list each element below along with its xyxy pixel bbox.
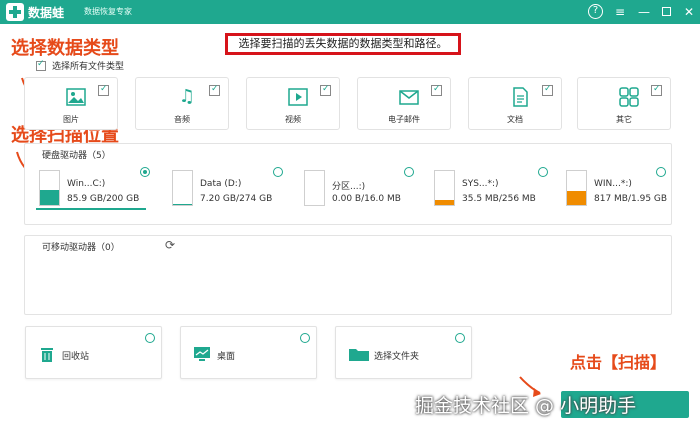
selected-underline <box>36 208 146 210</box>
select-all-types-checkbox[interactable]: 选择所有文件类型 <box>36 59 124 72</box>
other-checkbox[interactable] <box>651 84 662 96</box>
video-checkbox[interactable] <box>320 84 331 96</box>
annotation-select-type: 选择数据类型 <box>11 38 119 59</box>
music-icon: ♫ <box>178 86 196 107</box>
drive-usage-fill <box>435 200 454 205</box>
drive-radio[interactable] <box>273 167 283 177</box>
image-checkbox[interactable] <box>98 84 109 96</box>
menu-icon[interactable]: ≡ <box>611 3 629 21</box>
drive-size: 817 MB/1.95 GB <box>594 194 668 204</box>
location-radio[interactable] <box>455 333 465 343</box>
drive-icon <box>304 170 325 206</box>
drive-c[interactable]: Win...C:) 85.9 GB/200 GB <box>36 164 153 210</box>
file-type-label: 文档 <box>507 115 523 124</box>
location-label: 选择文件夹 <box>374 352 420 362</box>
folder-icon <box>348 346 370 362</box>
drive-partition[interactable]: 分区...:) 0.00 B/16.0 MB <box>304 164 418 210</box>
file-type-email[interactable]: 电子邮件 <box>357 77 451 130</box>
drive-icon <box>566 170 587 206</box>
drive-name: 分区...:) <box>332 182 366 192</box>
close-button[interactable]: ✕ <box>680 3 698 21</box>
file-type-label: 音频 <box>174 115 190 124</box>
watermark-text: 掘金技术社区 @ 小明助手 <box>415 395 637 417</box>
email-icon <box>398 86 420 108</box>
file-type-video[interactable]: 视频 <box>246 77 340 130</box>
app-logo-icon <box>6 3 24 21</box>
drive-win[interactable]: WIN...*:) 817 MB/1.95 GB <box>566 164 680 210</box>
trash-icon <box>38 346 56 362</box>
drive-radio[interactable] <box>538 167 548 177</box>
drive-d[interactable]: Data (D:) 7.20 GB/274 GB <box>172 164 286 210</box>
removable-drive-panel <box>24 235 672 315</box>
desktop-icon <box>193 346 211 362</box>
drive-icon <box>434 170 455 206</box>
document-checkbox[interactable] <box>542 84 553 96</box>
location-radio[interactable] <box>300 333 310 343</box>
location-label: 回收站 <box>62 352 90 362</box>
location-radio[interactable] <box>145 333 155 343</box>
image-icon <box>65 86 87 108</box>
app-subtitle: 数据恢复专家 <box>84 7 132 16</box>
file-type-document[interactable]: 文档 <box>468 77 562 130</box>
audio-checkbox[interactable] <box>209 84 220 96</box>
drive-icon <box>172 170 193 206</box>
file-type-label: 其它 <box>616 115 632 124</box>
drive-icon <box>39 170 60 206</box>
maximize-button[interactable] <box>657 3 675 21</box>
drive-size: 7.20 GB/274 GB <box>200 194 273 204</box>
app-name: 数据蛙 <box>28 6 65 20</box>
drive-radio[interactable] <box>656 167 666 177</box>
file-type-label: 图片 <box>63 115 79 124</box>
drive-size: 85.9 GB/200 GB <box>67 194 140 204</box>
minimize-button[interactable]: — <box>635 3 653 21</box>
checkbox-icon <box>36 59 46 71</box>
document-icon <box>509 86 531 108</box>
file-type-label: 视频 <box>285 115 301 124</box>
annotation-click-scan: 点击【扫描】 <box>570 353 667 372</box>
drive-radio[interactable] <box>140 167 150 177</box>
title-bar: 数据蛙 数据恢复专家 ? ≡ — ✕ <box>0 0 700 24</box>
help-icon[interactable]: ? <box>588 4 603 19</box>
file-type-label: 电子邮件 <box>388 115 420 124</box>
drive-usage-fill <box>40 190 59 205</box>
drive-name: WIN...*:) <box>594 179 632 189</box>
other-icon <box>618 86 640 108</box>
drive-size: 0.00 B/16.0 MB <box>332 194 401 204</box>
location-label: 桌面 <box>217 352 236 362</box>
drive-name: Win...C:) <box>67 179 106 189</box>
file-type-audio[interactable]: ♫ 音频 <box>135 77 229 130</box>
drive-usage-fill <box>567 190 586 205</box>
location-select-folder[interactable]: 选择文件夹 <box>335 326 472 379</box>
video-icon <box>287 86 309 108</box>
file-type-image[interactable]: 图片 <box>24 77 118 130</box>
location-desktop[interactable]: 桌面 <box>180 326 317 379</box>
file-type-other[interactable]: 其它 <box>577 77 671 130</box>
instruction-notice: 选择要扫描的丢失数据的数据类型和路径。 <box>225 33 461 55</box>
drive-usage-fill <box>173 203 192 205</box>
select-all-label: 选择所有文件类型 <box>52 62 125 72</box>
hard-drive-title: 硬盘驱动器（5） <box>42 151 111 161</box>
drive-name: Data (D:) <box>200 179 242 189</box>
location-recycle-bin[interactable]: 回收站 <box>25 326 162 379</box>
email-checkbox[interactable] <box>431 84 442 96</box>
drive-size: 35.5 MB/256 MB <box>462 194 536 204</box>
maximize-icon <box>661 7 671 16</box>
removable-drive-title: 可移动驱动器（0） <box>42 243 120 253</box>
drive-name: SYS...*:) <box>462 179 499 189</box>
drive-radio[interactable] <box>404 167 414 177</box>
drive-sys[interactable]: SYS...*:) 35.5 MB/256 MB <box>434 164 548 210</box>
refresh-icon[interactable]: ⟳ <box>163 238 177 252</box>
